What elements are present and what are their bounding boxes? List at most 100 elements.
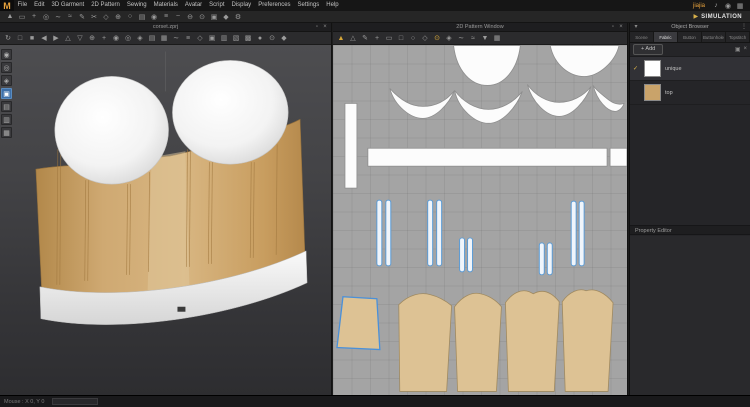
transform-gizmo-icon[interactable]: + bbox=[28, 11, 40, 23]
show-xray-toggle-icon[interactable]: ◈ bbox=[1, 75, 12, 86]
delete-fabric-icon[interactable]: × bbox=[743, 46, 747, 53]
menu-materials[interactable]: Materials bbox=[150, 0, 181, 11]
gravity-icon[interactable]: ⊖ bbox=[184, 11, 196, 23]
reset-view-icon[interactable]: ↻ bbox=[2, 32, 14, 44]
pattern-crescent-4[interactable] bbox=[593, 85, 624, 111]
panel-menu-icon[interactable]: ⋮ bbox=[740, 23, 748, 32]
polygon-pattern-icon[interactable]: ▭ bbox=[383, 32, 395, 44]
show-pins-toggle-icon[interactable]: ◇ bbox=[194, 32, 206, 44]
menu-avatar[interactable]: Avatar bbox=[181, 0, 205, 11]
tab-fabric[interactable]: Fabric bbox=[654, 32, 678, 42]
menu-display[interactable]: Display bbox=[228, 0, 255, 11]
rectangle-pattern-icon[interactable]: □ bbox=[395, 32, 407, 44]
menu-settings[interactable]: Settings bbox=[294, 0, 323, 11]
pattern-panel-selected[interactable] bbox=[337, 297, 380, 350]
notch-icon[interactable]: ▼ bbox=[479, 32, 491, 44]
boning-piece[interactable] bbox=[428, 200, 433, 266]
menu-2d-pattern[interactable]: 2D Pattern bbox=[88, 0, 124, 11]
free-sewing-icon[interactable]: ≈ bbox=[64, 11, 76, 23]
pattern-crescent-2[interactable] bbox=[455, 90, 523, 123]
boning-piece[interactable] bbox=[571, 201, 576, 266]
tack-icon[interactable]: ⊕ bbox=[112, 11, 124, 23]
show-gizmo-icon[interactable]: ⊙ bbox=[266, 32, 278, 44]
show-arrangement-toggle-icon[interactable]: ◎ bbox=[1, 62, 12, 73]
cup-right[interactable] bbox=[172, 60, 288, 164]
property-editor-header[interactable]: Property Editor bbox=[630, 225, 750, 235]
3d-window-titlebar[interactable]: corset.zprj ▫× bbox=[0, 23, 331, 32]
texture-surface-icon[interactable]: ▣ bbox=[206, 32, 218, 44]
show-avatar-toggle-icon[interactable]: ◉ bbox=[1, 49, 12, 60]
free-sewing-2d-icon[interactable]: ≈ bbox=[467, 32, 479, 44]
front-view-icon[interactable]: □ bbox=[14, 32, 26, 44]
pattern-waistband-2[interactable] bbox=[610, 148, 627, 166]
float-window-icon[interactable]: ▫ bbox=[313, 23, 321, 32]
show-mesh-icon[interactable]: ▦ bbox=[158, 32, 170, 44]
fabric-item-unique[interactable]: ✓unique bbox=[630, 57, 750, 81]
user-badge[interactable]: jiajia bbox=[693, 3, 705, 9]
pattern-strap[interactable] bbox=[345, 103, 357, 188]
collapse-chevron-icon[interactable]: ▾ bbox=[632, 23, 640, 32]
edit-sewing-icon[interactable]: ✎ bbox=[76, 11, 88, 23]
back-view-icon[interactable]: ■ bbox=[26, 32, 38, 44]
steam-brush-icon[interactable]: ≡ bbox=[160, 11, 172, 23]
select-move-icon[interactable]: ▲ bbox=[4, 11, 16, 23]
pattern-waistband[interactable] bbox=[368, 148, 607, 166]
tab-scene[interactable]: Scene bbox=[630, 32, 654, 42]
boning-piece[interactable] bbox=[468, 238, 473, 272]
menu-edit[interactable]: Edit bbox=[31, 0, 48, 11]
tab-buttonhole[interactable]: Buttonhole bbox=[702, 32, 726, 42]
edit-curvature-icon[interactable]: ✎ bbox=[359, 32, 371, 44]
top-view-icon[interactable]: △ bbox=[62, 32, 74, 44]
right-view-icon[interactable]: ▶ bbox=[50, 32, 62, 44]
wind-controller-icon[interactable]: ~ bbox=[172, 11, 184, 23]
segment-sewing-icon[interactable]: ∼ bbox=[52, 11, 64, 23]
render-style-icon[interactable]: ◆ bbox=[278, 32, 290, 44]
transform-pattern-icon[interactable]: ▲ bbox=[335, 32, 347, 44]
pattern-cup-top-left[interactable] bbox=[454, 46, 521, 86]
pan-view-icon[interactable]: + bbox=[98, 32, 110, 44]
add-point-icon[interactable]: + bbox=[371, 32, 383, 44]
segment-sewing-2d-icon[interactable]: ∼ bbox=[455, 32, 467, 44]
show-arrangement-points-icon[interactable]: ◎ bbox=[122, 32, 134, 44]
tab-topstitch[interactable]: Topstitch bbox=[726, 32, 750, 42]
mesh-surface-icon[interactable]: ▧ bbox=[230, 32, 242, 44]
simulation-button[interactable]: ▶ SIMULATION bbox=[693, 13, 750, 20]
thick-surface-icon[interactable]: ▥ bbox=[218, 32, 230, 44]
boning-piece[interactable] bbox=[579, 201, 584, 266]
select-box-icon[interactable]: ▭ bbox=[16, 11, 28, 23]
menu-3d-garment[interactable]: 3D Garment bbox=[48, 0, 88, 11]
snapshot-icon[interactable]: ▣ bbox=[208, 11, 220, 23]
boning-piece[interactable] bbox=[377, 200, 382, 266]
show-texture-2d-icon[interactable]: ▦ bbox=[491, 32, 503, 44]
show-grid-icon[interactable]: ▩ bbox=[242, 32, 254, 44]
boning-piece[interactable] bbox=[547, 243, 552, 275]
show-seamlines-icon[interactable]: ∼ bbox=[170, 32, 182, 44]
show-garment-icon[interactable]: ▤ bbox=[146, 32, 158, 44]
pattern-panel-side-front[interactable] bbox=[455, 293, 502, 391]
close-window-icon[interactable]: × bbox=[617, 23, 625, 32]
float-window-icon[interactable]: ▫ bbox=[609, 23, 617, 32]
show-bounding-volume-icon[interactable]: ◈ bbox=[134, 32, 146, 44]
pattern-cup-top-right[interactable] bbox=[550, 46, 619, 77]
garment-3d-render[interactable] bbox=[0, 45, 331, 395]
flatten-to-pattern-icon[interactable]: ▤ bbox=[136, 11, 148, 23]
trace-pattern-icon[interactable]: ◈ bbox=[443, 32, 455, 44]
boning-piece[interactable] bbox=[437, 200, 442, 266]
pattern-panel-front[interactable] bbox=[399, 294, 452, 392]
boning-piece[interactable] bbox=[386, 200, 391, 266]
boning-piece[interactable] bbox=[539, 243, 544, 275]
show-grid-toggle-icon[interactable]: ▦ bbox=[1, 127, 12, 138]
left-view-icon[interactable]: ◀ bbox=[38, 32, 50, 44]
edit-pattern-icon[interactable]: △ bbox=[347, 32, 359, 44]
2d-window-titlebar[interactable]: 2D Pattern Window ▫× bbox=[333, 23, 627, 32]
boning-piece[interactable] bbox=[460, 238, 465, 272]
menu-file[interactable]: File bbox=[14, 0, 31, 11]
account-user-icon[interactable]: ◉ bbox=[722, 0, 734, 12]
tab-button[interactable]: Button bbox=[678, 32, 702, 42]
3d-viewport[interactable]: ◉◎◈▣▤▥▦ bbox=[0, 45, 331, 395]
show-stress-toggle-icon[interactable]: ▥ bbox=[1, 114, 12, 125]
dart-icon[interactable]: ◇ bbox=[419, 32, 431, 44]
camera-icon[interactable]: ⊙ bbox=[196, 11, 208, 23]
show-strain-toggle-icon[interactable]: ▤ bbox=[1, 101, 12, 112]
pattern-crescent-3[interactable] bbox=[527, 84, 591, 116]
